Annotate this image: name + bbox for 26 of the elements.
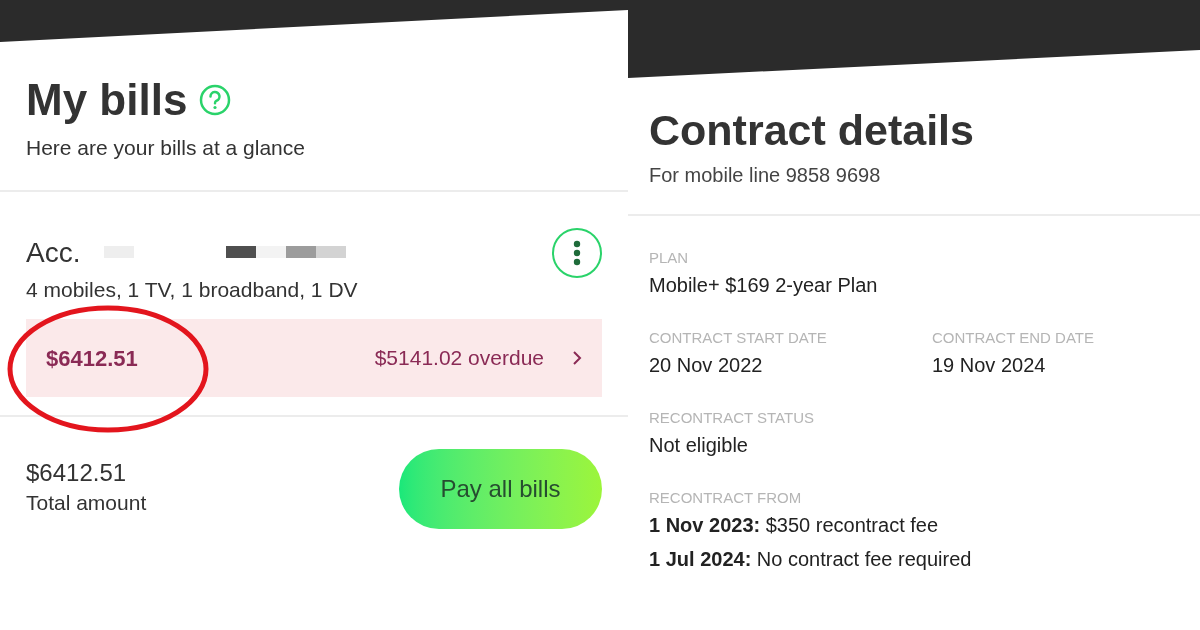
total-amount: $6412.51 (26, 459, 128, 488)
more-options-button[interactable] (552, 227, 602, 278)
field-value: 1 Nov 2023: $350 recontract fee (649, 513, 939, 538)
bill-amount: $6412.51 (46, 344, 138, 373)
page-title: Contract details (649, 105, 975, 156)
page-subtitle: For mobile line 9858 9698 (649, 163, 882, 188)
field-label: RECONTRACT STATUS (649, 408, 814, 428)
overdue-amount: $5141.02 overdue (374, 345, 544, 372)
field-label: RECONTRACT FROM (649, 488, 802, 508)
field-label: CONTRACT END DATE (932, 328, 1094, 348)
chevron-right-icon (572, 350, 582, 366)
field-label: CONTRACT START DATE (649, 328, 827, 348)
field-label: PLAN (649, 248, 689, 268)
field-value: 1 Jul 2024: No contract fee required (649, 547, 972, 572)
bill-row[interactable]: $6412.51 $5141.02 overdue (26, 319, 602, 397)
more-icon (573, 239, 581, 266)
field-value: Not eligible (649, 433, 748, 458)
account-summary: 4 mobiles, 1 TV, 1 broadband, 1 DV (26, 276, 359, 303)
page-title: My bills (26, 74, 188, 126)
field-value: Mobile+ $169 2-year Plan (649, 273, 878, 298)
pay-all-bills-button[interactable]: Pay all bills (399, 449, 602, 529)
page-subtitle: Here are your bills at a glance (26, 135, 306, 161)
field-value: 20 Nov 2022 (649, 353, 763, 378)
total-label: Total amount (26, 490, 147, 517)
field-value: 19 Nov 2024 (932, 353, 1046, 378)
account-label: Acc. (26, 236, 81, 269)
